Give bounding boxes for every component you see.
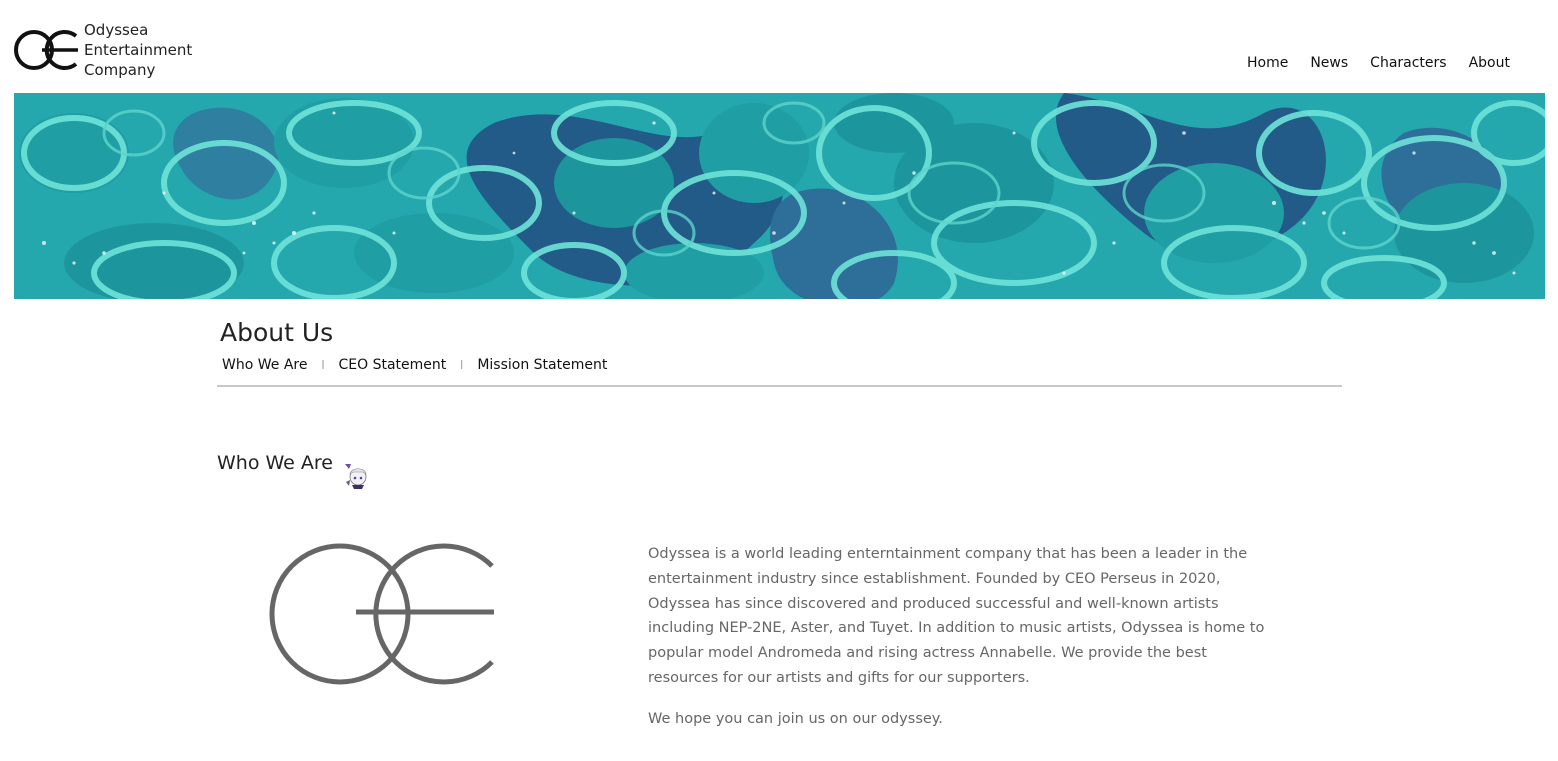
oe-large-logo-icon bbox=[269, 543, 494, 685]
nav-characters[interactable]: Characters bbox=[1370, 55, 1446, 71]
subnav-mission-statement[interactable]: Mission Statement bbox=[477, 357, 607, 373]
subnav-separator: | bbox=[321, 360, 325, 370]
who-we-are-heading: Who We Are bbox=[217, 452, 371, 490]
subnav-separator: | bbox=[460, 360, 464, 370]
section-divider bbox=[217, 385, 1342, 387]
nav-news[interactable]: News bbox=[1310, 55, 1348, 71]
who-we-are-paragraph-2: We hope you can join us on our odyssey. bbox=[648, 710, 943, 727]
chibi-mascot-icon bbox=[344, 464, 367, 489]
company-name-line2: Entertainment bbox=[84, 41, 193, 59]
nav-home[interactable]: Home bbox=[1247, 55, 1288, 71]
who-we-are-title: Who We Are bbox=[217, 452, 333, 474]
company-name: Odyssea Entertainment Company bbox=[84, 20, 192, 80]
company-name-line1: Odyssea bbox=[84, 21, 149, 39]
company-name-line3: Company bbox=[84, 61, 156, 79]
subnav-who-we-are[interactable]: Who We Are bbox=[222, 357, 307, 373]
nav-about[interactable]: About bbox=[1469, 55, 1510, 71]
oe-logo-icon bbox=[14, 30, 78, 70]
teal-pebble-banner bbox=[14, 93, 1545, 299]
who-we-are-paragraph-1: Odyssea is a world leading enterntainmen… bbox=[648, 546, 1265, 686]
who-we-are-body: Odyssea is a world leading enterntainmen… bbox=[648, 542, 1280, 732]
site-header: Odyssea Entertainment Company Home News … bbox=[0, 0, 1558, 93]
subnav-ceo-statement[interactable]: CEO Statement bbox=[339, 357, 447, 373]
hero-banner bbox=[14, 93, 1545, 299]
brand[interactable]: Odyssea Entertainment Company bbox=[14, 20, 192, 80]
about-section-header: About Us Who We Are | CEO Statement | Mi… bbox=[217, 318, 1342, 387]
page-title: About Us bbox=[220, 318, 334, 347]
about-subnav: Who We Are | CEO Statement | Mission Sta… bbox=[222, 357, 1342, 373]
main-nav: Home News Characters About bbox=[1225, 55, 1510, 71]
